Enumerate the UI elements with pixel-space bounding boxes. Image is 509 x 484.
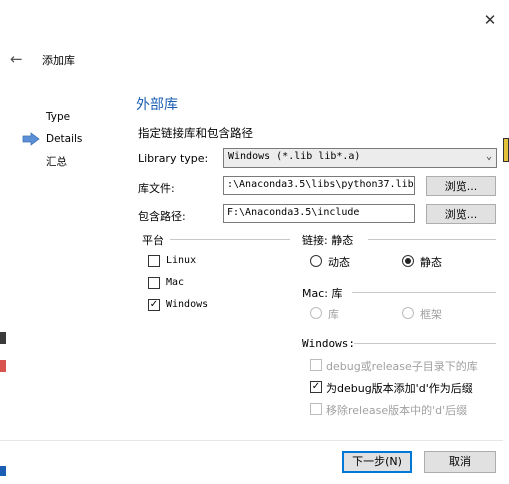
mac-library-radio[interactable] xyxy=(310,307,322,319)
step-details: Details xyxy=(46,133,83,145)
library-type-label: Library type: xyxy=(138,152,209,165)
library-file-input[interactable]: :\Anaconda3.5\libs\python37.lib xyxy=(223,176,415,195)
left-edge-strip xyxy=(0,332,6,344)
mac-library-label: 库 xyxy=(328,308,339,321)
debug-release-subdir-checkbox[interactable] xyxy=(310,359,322,371)
chevron-down-icon: ⌄ xyxy=(485,151,492,162)
left-edge-mark xyxy=(0,360,6,372)
browse-library-button[interactable]: 浏览... xyxy=(426,176,496,196)
platform-group-divider xyxy=(170,239,290,240)
debug-suffix-label: 为debug版本添加'd'作为后缀 xyxy=(326,382,473,395)
windows-group-title: Windows: xyxy=(302,337,355,350)
next-button[interactable]: 下一步(N) xyxy=(342,451,412,473)
cancel-button[interactable]: 取消 xyxy=(424,451,496,473)
linking-group-divider xyxy=(368,239,496,240)
linux-label: Linux xyxy=(166,255,197,266)
remove-release-suffix-checkbox[interactable] xyxy=(310,403,322,415)
section-title: 外部库 xyxy=(136,97,178,113)
current-step-arrow-icon xyxy=(22,132,40,146)
static-radio[interactable] xyxy=(402,255,414,267)
browse-include-button[interactable]: 浏览... xyxy=(426,204,496,224)
step-type: Type xyxy=(46,111,71,123)
mac-checkbox[interactable] xyxy=(148,277,160,289)
windows-group-divider xyxy=(354,343,496,344)
library-file-label: 库文件: xyxy=(138,182,175,195)
mac-label: Mac xyxy=(166,277,185,288)
left-edge-mark-bottom xyxy=(0,466,6,476)
step-summary: 汇总 xyxy=(46,156,67,168)
dialog-title: 添加库 xyxy=(42,54,75,67)
mac-framework-label: 框架 xyxy=(420,308,442,321)
mac-framework-radio[interactable] xyxy=(402,307,414,319)
dynamic-radio[interactable] xyxy=(310,255,322,267)
linking-group-title: 链接: 静态 xyxy=(302,234,354,247)
remove-release-suffix-label: 移除release版本中的'd'后缀 xyxy=(326,404,468,417)
windows-label: Windows xyxy=(166,299,209,310)
right-edge-warning xyxy=(503,138,509,162)
mac-group-divider xyxy=(352,292,496,293)
mac-group-title: Mac: 库 xyxy=(302,287,343,300)
include-path-label: 包含路径: xyxy=(138,210,186,223)
close-icon[interactable]: ✕ xyxy=(479,9,501,31)
windows-checkbox[interactable]: ✓ xyxy=(148,299,160,311)
dynamic-label: 动态 xyxy=(328,256,350,269)
linux-checkbox[interactable] xyxy=(148,255,160,267)
library-type-value: Windows (*.lib lib*.a) xyxy=(228,151,361,162)
static-label: 静态 xyxy=(420,256,442,269)
library-type-select[interactable]: Windows (*.lib lib*.a) ⌄ xyxy=(223,148,497,168)
debug-suffix-checkbox[interactable]: ✓ xyxy=(310,381,322,393)
include-path-input[interactable]: F:\Anaconda3.5\include xyxy=(223,204,415,223)
back-arrow-icon[interactable]: ← xyxy=(10,50,30,68)
footer-divider xyxy=(0,440,503,441)
debug-release-subdir-label: debug或release子目录下的库 xyxy=(326,360,478,373)
section-subtitle: 指定链接库和包含路径 xyxy=(138,126,253,140)
platform-group-title: 平台 xyxy=(142,234,164,247)
